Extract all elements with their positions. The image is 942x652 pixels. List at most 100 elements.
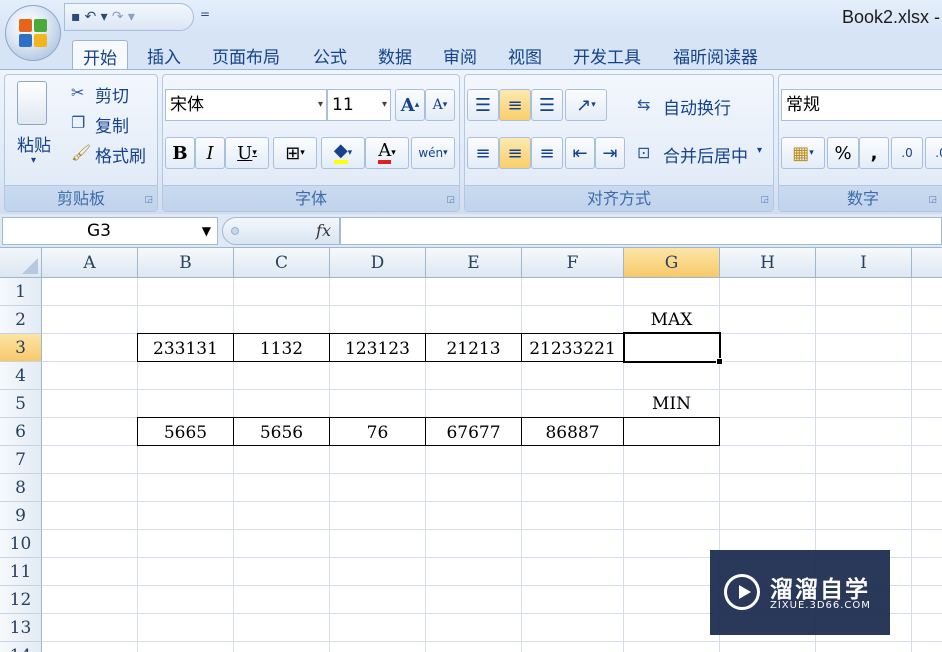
- row-header-1[interactable]: 1: [0, 278, 42, 306]
- row-header-2[interactable]: 2: [0, 306, 42, 334]
- alignment-dialog-launcher-icon[interactable]: ◲: [760, 195, 769, 205]
- align-right-button[interactable]: ≡: [531, 137, 563, 169]
- cell-f6[interactable]: 86887: [521, 417, 624, 446]
- column-header-i[interactable]: I: [816, 248, 912, 278]
- merge-center-button[interactable]: 合并后居中: [663, 142, 748, 167]
- row-header-5[interactable]: 5: [0, 390, 42, 418]
- save-icon[interactable]: ▪: [71, 9, 81, 25]
- gridline: [42, 473, 942, 474]
- insert-function-button[interactable]: fx: [316, 221, 331, 240]
- align-left-button[interactable]: ≡: [467, 137, 499, 169]
- column-header-partial[interactable]: [912, 248, 942, 278]
- window-title: Book2.xlsx -: [842, 7, 941, 27]
- paste-dropdown-icon[interactable]: ▾: [31, 155, 36, 166]
- italic-button[interactable]: I: [195, 137, 225, 169]
- undo-icon[interactable]: ↶ ▾: [85, 9, 108, 25]
- font-group: 宋体 ▾ 11 ▾ A ▴ A ▾ B I U ▾ ⊞ ▾ ◆ ▾ A ▾ wén ▾ 字体 ◲: [162, 74, 460, 212]
- wrap-text-button[interactable]: 自动换行: [663, 94, 731, 119]
- shrink-font-button[interactable]: A ▾: [425, 89, 455, 121]
- cell-c6[interactable]: 5656: [233, 417, 330, 446]
- column-header-b[interactable]: B: [138, 248, 234, 278]
- resize-handle-icon[interactable]: [231, 227, 239, 235]
- cell-g6[interactable]: [623, 417, 720, 446]
- borders-button[interactable]: ⊞ ▾: [273, 137, 317, 169]
- phonetic-guide-button[interactable]: wén ▾: [411, 137, 455, 169]
- column-header-e[interactable]: E: [426, 248, 522, 278]
- number-dialog-launcher-icon[interactable]: ◲: [928, 195, 937, 205]
- row-header-10[interactable]: 10: [0, 530, 42, 558]
- font-dialog-launcher-icon[interactable]: ◲: [446, 195, 455, 205]
- cell-g5[interactable]: MIN: [623, 389, 720, 418]
- paste-button[interactable]: 粘贴: [17, 131, 51, 156]
- format-painter-button[interactable]: 格式刷: [95, 142, 146, 167]
- tab-formulas[interactable]: 公式: [303, 40, 357, 70]
- tab-page-layout[interactable]: 页面布局: [202, 40, 290, 70]
- comma-style-button[interactable]: ,: [859, 137, 889, 169]
- fill-color-button[interactable]: ◆ ▾: [321, 137, 365, 169]
- grow-font-button[interactable]: A ▴: [395, 89, 425, 121]
- row-header-14[interactable]: 14: [0, 642, 42, 652]
- font-size-combo[interactable]: 11 ▾: [327, 89, 391, 121]
- gridline: [42, 305, 942, 306]
- formula-input[interactable]: [340, 217, 942, 245]
- increase-indent-button[interactable]: ⇥: [595, 137, 625, 169]
- cell-b3[interactable]: 233131: [137, 333, 234, 362]
- number-format-combo[interactable]: 常规: [781, 89, 942, 121]
- decrease-indent-button[interactable]: ⇤: [565, 137, 595, 169]
- tab-insert[interactable]: 插入: [137, 40, 191, 70]
- decrease-decimal-button[interactable]: .0: [925, 137, 942, 169]
- tab-home[interactable]: 开始: [72, 40, 128, 70]
- office-button[interactable]: [5, 5, 61, 61]
- column-header-a[interactable]: A: [42, 248, 138, 278]
- name-box[interactable]: G3 ▼: [2, 217, 218, 245]
- cell-d3[interactable]: 123123: [329, 333, 426, 362]
- tab-review[interactable]: 审阅: [433, 40, 487, 70]
- chevron-down-icon[interactable]: ▼: [202, 218, 211, 244]
- cut-button[interactable]: 剪切: [95, 82, 129, 107]
- active-cell-selection[interactable]: [623, 332, 723, 365]
- align-middle-button[interactable]: ≡: [499, 89, 531, 121]
- clipboard-dialog-launcher-icon[interactable]: ◲: [144, 195, 153, 205]
- accounting-format-button[interactable]: ▦ ▾: [781, 137, 825, 169]
- row-header-6[interactable]: 6: [0, 418, 42, 446]
- underline-button[interactable]: U ▾: [225, 137, 269, 169]
- cell-e6[interactable]: 67677: [425, 417, 522, 446]
- column-header-d[interactable]: D: [330, 248, 426, 278]
- column-header-g[interactable]: G: [624, 248, 720, 278]
- cell-c3[interactable]: 1132: [233, 333, 330, 362]
- row-header-8[interactable]: 8: [0, 474, 42, 502]
- merge-dropdown-icon[interactable]: ▾: [757, 145, 762, 156]
- row-header-13[interactable]: 13: [0, 614, 42, 642]
- cell-e3[interactable]: 21213: [425, 333, 522, 362]
- cell-f3[interactable]: 21233221: [521, 333, 624, 362]
- column-header-c[interactable]: C: [234, 248, 330, 278]
- increase-decimal-button[interactable]: .0: [891, 137, 923, 169]
- row-header-7[interactable]: 7: [0, 446, 42, 474]
- column-header-f[interactable]: F: [522, 248, 624, 278]
- row-header-12[interactable]: 12: [0, 586, 42, 614]
- customize-qat-button[interactable]: =: [200, 7, 210, 21]
- row-header-9[interactable]: 9: [0, 502, 42, 530]
- font-name-combo[interactable]: 宋体 ▾: [165, 89, 327, 121]
- tab-view[interactable]: 视图: [498, 40, 552, 70]
- row-header-4[interactable]: 4: [0, 362, 42, 390]
- align-center-button[interactable]: ≡: [499, 137, 531, 169]
- row-header-3[interactable]: 3: [0, 334, 42, 362]
- align-bottom-button[interactable]: ☰: [531, 89, 563, 121]
- orientation-button[interactable]: ↗ ▾: [565, 89, 607, 121]
- redo-icon[interactable]: ↷ ▾: [112, 9, 135, 25]
- cell-d6[interactable]: 76: [329, 417, 426, 446]
- bold-button[interactable]: B: [165, 137, 195, 169]
- align-top-button[interactable]: ☰: [467, 89, 499, 121]
- font-color-button[interactable]: A ▾: [365, 137, 409, 169]
- cell-b6[interactable]: 5665: [137, 417, 234, 446]
- select-all-button[interactable]: [0, 248, 42, 278]
- tab-developer[interactable]: 开发工具: [563, 40, 651, 70]
- row-header-11[interactable]: 11: [0, 558, 42, 586]
- tab-data[interactable]: 数据: [368, 40, 422, 70]
- percent-style-button[interactable]: %: [827, 137, 859, 169]
- cell-g2[interactable]: MAX: [623, 305, 720, 334]
- column-header-h[interactable]: H: [720, 248, 816, 278]
- tab-foxit-reader[interactable]: 福昕阅读器: [663, 40, 768, 70]
- copy-button[interactable]: 复制: [95, 112, 129, 137]
